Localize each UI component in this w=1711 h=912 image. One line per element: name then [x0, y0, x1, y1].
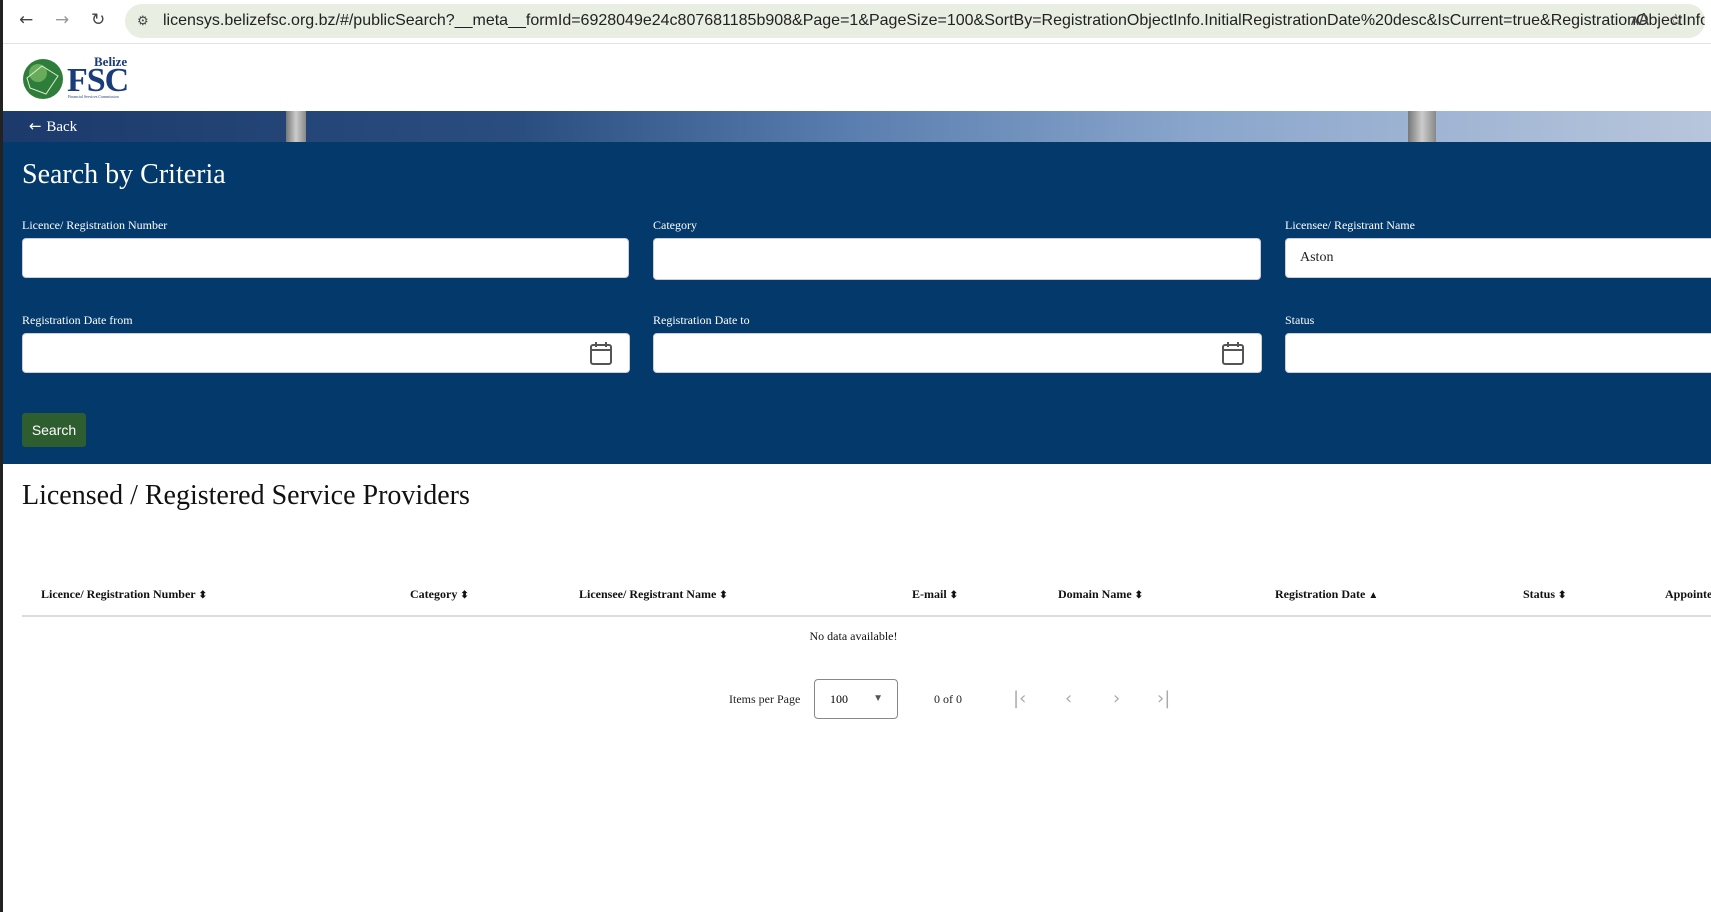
banner: ← Back	[3, 111, 1711, 142]
back-nav-icon[interactable]: ←	[19, 10, 33, 30]
translate-icon[interactable]: 🗚	[1631, 4, 1649, 38]
column-header-status[interactable]: Status ⬍	[1523, 587, 1566, 602]
sort-icon: ⬍	[460, 590, 469, 601]
header-divider	[22, 615, 1711, 617]
column-header-appointed[interactable]: Appointe	[1665, 587, 1711, 602]
back-link[interactable]: ← Back	[29, 117, 77, 136]
column-label: E-mail	[912, 587, 947, 601]
status-label: Status	[1285, 313, 1315, 327]
belize-fsc-logo[interactable]: Belize FSC Financial Services Commission	[22, 54, 137, 102]
licence-number-label: Licence/ Registration Number	[22, 218, 168, 232]
column-label: Registration Date	[1275, 587, 1366, 601]
star-icon[interactable]: ☆	[1669, 4, 1683, 38]
registrant-name-input[interactable]: Aston	[1285, 238, 1711, 278]
sort-asc-icon: ▲	[1368, 590, 1379, 601]
search-button[interactable]: Search	[22, 413, 86, 447]
licence-number-input[interactable]	[22, 238, 629, 278]
browser-toolbar: ← → ↻ ⚙ licensys.belizefsc.org.bz/#/publ…	[3, 0, 1711, 44]
back-label: Back	[46, 119, 78, 135]
sort-icon: ⬍	[1134, 590, 1144, 601]
column-label: Domain Name	[1058, 587, 1132, 601]
column-header-category[interactable]: Category ⬍	[410, 587, 469, 602]
column-label: Licensee/ Registrant Name	[579, 587, 717, 601]
chevron-down-icon: ▼	[873, 693, 883, 704]
sort-icon: ⬍	[949, 590, 959, 601]
column-header-email[interactable]: E-mail ⬍	[912, 587, 958, 602]
category-input[interactable]	[653, 238, 1261, 280]
next-page-icon[interactable]: ›	[1113, 688, 1120, 709]
reload-icon[interactable]: ↻	[91, 10, 105, 30]
address-bar[interactable]: ⚙ licensys.belizefsc.org.bz/#/publicSear…	[125, 4, 1705, 38]
search-title: Search by Criteria	[22, 159, 226, 190]
registrant-name-label: Licensee/ Registrant Name	[1285, 218, 1415, 232]
page-size-select[interactable]: 100 ▼	[814, 679, 898, 719]
category-label: Category	[653, 218, 697, 232]
results-title: Licensed / Registered Service Providers	[22, 480, 470, 511]
calendar-icon[interactable]	[589, 341, 613, 366]
prev-page-icon[interactable]: ‹	[1065, 688, 1072, 709]
column-header-domain-name[interactable]: Domain Name ⬍	[1058, 587, 1143, 602]
column-header-registrant-name[interactable]: Licensee/ Registrant Name ⬍	[579, 587, 728, 602]
last-page-icon[interactable]: ›|	[1157, 688, 1170, 709]
flagpole	[1408, 111, 1436, 142]
column-label: Licence/ Registration Number	[41, 587, 196, 601]
arrow-left-icon: ←	[29, 117, 47, 135]
first-page-icon[interactable]: |‹	[1013, 688, 1026, 709]
url-text: licensys.belizefsc.org.bz/#/publicSearch…	[163, 12, 1705, 29]
forward-nav-icon[interactable]: →	[55, 10, 69, 30]
sort-icon: ⬍	[198, 590, 208, 601]
date-to-label: Registration Date to	[653, 313, 750, 327]
logo-sub: Financial Services Commission	[68, 94, 119, 99]
globe-icon	[23, 59, 63, 99]
column-header-licence-number[interactable]: Licence/ Registration Number ⬍	[41, 587, 207, 602]
column-label: Status	[1523, 587, 1556, 601]
column-header-registration-date[interactable]: Registration Date ▲	[1275, 587, 1378, 602]
page-range: 0 of 0	[934, 692, 962, 706]
flagpole	[286, 111, 306, 142]
date-to-input[interactable]	[653, 333, 1262, 373]
date-from-input[interactable]	[22, 333, 630, 373]
search-panel: Search by Criteria Licence/ Registration…	[3, 142, 1711, 464]
date-from-label: Registration Date from	[22, 313, 133, 327]
column-label: Appointe	[1665, 587, 1711, 601]
sort-icon: ⬍	[1558, 590, 1567, 601]
calendar-icon[interactable]	[1221, 341, 1245, 366]
site-settings-icon[interactable]: ⚙	[137, 4, 149, 38]
sort-icon: ⬍	[719, 590, 728, 601]
empty-message: No data available!	[809, 629, 898, 643]
page-size-value: 100	[830, 692, 848, 706]
items-per-page-label: Items per Page	[729, 692, 801, 706]
column-label: Category	[410, 587, 458, 601]
status-input[interactable]	[1285, 333, 1711, 373]
